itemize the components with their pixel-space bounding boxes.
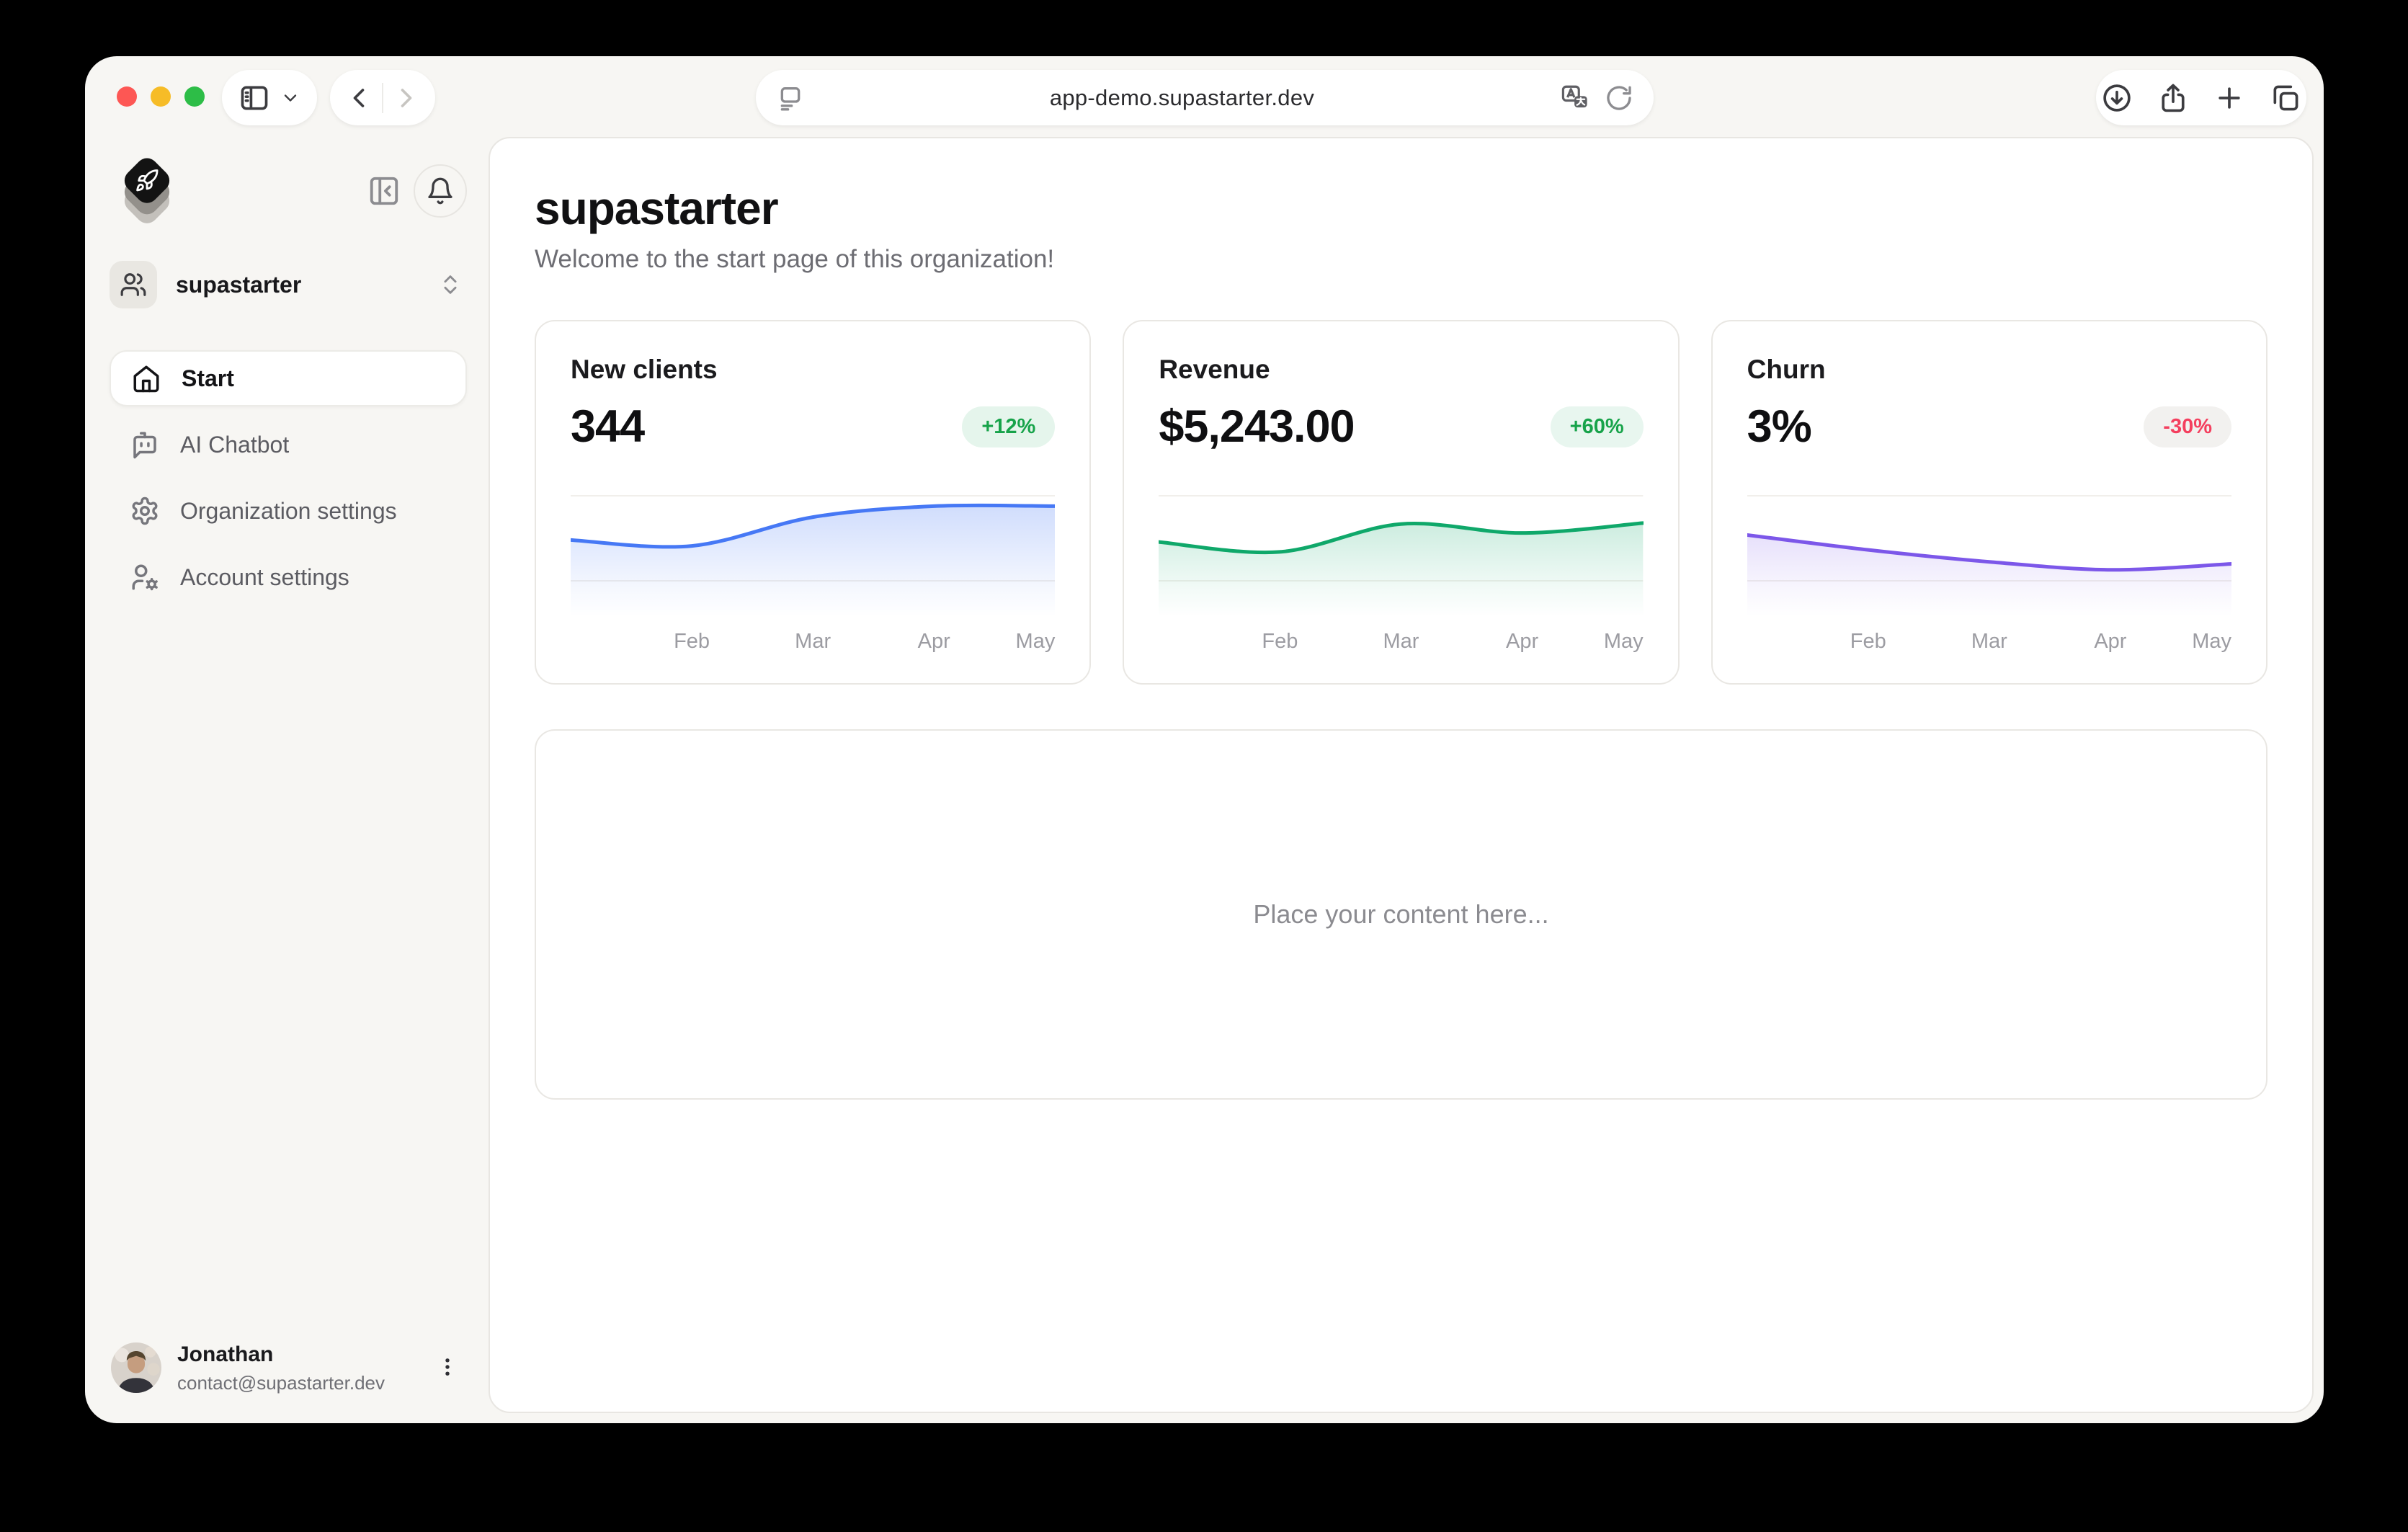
home-icon bbox=[131, 363, 161, 393]
sparkline-chart: Feb Mar Apr May bbox=[571, 494, 1055, 656]
x-tick: May bbox=[1016, 630, 1056, 654]
downloads-button[interactable] bbox=[2101, 82, 2133, 114]
organization-selector[interactable]: supastarter bbox=[110, 261, 467, 308]
trend-badge: -30% bbox=[2144, 406, 2231, 447]
stats-cards-row: New clients 344 +12% Feb Mar Apr May bbox=[535, 320, 2267, 685]
sidebar-item-ai-chatbot[interactable]: AI Chatbot bbox=[110, 417, 467, 473]
reload-icon[interactable] bbox=[1605, 84, 1633, 112]
trend-badge: +60% bbox=[1551, 406, 1644, 447]
x-tick: Mar bbox=[1383, 630, 1419, 654]
x-axis-labels: Feb Mar Apr May bbox=[1747, 625, 2231, 656]
new-tab-button[interactable] bbox=[2213, 82, 2245, 114]
x-tick: May bbox=[2192, 630, 2231, 654]
x-tick: Apr bbox=[1506, 630, 1538, 654]
browser-window: app-demo.supastarter.dev bbox=[85, 56, 2324, 1423]
ellipsis-vertical-icon bbox=[435, 1355, 460, 1379]
sparkline-chart: Feb Mar Apr May bbox=[1159, 494, 1643, 656]
page-subtitle: Welcome to the start page of this organi… bbox=[535, 245, 2267, 274]
x-tick: Mar bbox=[1971, 630, 2007, 654]
trend-badge: +12% bbox=[962, 406, 1055, 447]
browser-toolbar: app-demo.supastarter.dev bbox=[85, 56, 2324, 137]
bot-icon bbox=[130, 429, 160, 460]
stat-card-value: $5,243.00 bbox=[1159, 401, 1354, 453]
traffic-lights bbox=[117, 86, 205, 107]
plus-icon bbox=[2213, 82, 2245, 114]
user-menu[interactable]: Jonathan contact@supastarter.dev bbox=[111, 1341, 467, 1394]
download-icon bbox=[2101, 82, 2133, 114]
x-tick: Feb bbox=[674, 630, 710, 654]
main-content-panel: supastarter Welcome to the start page of… bbox=[489, 137, 2314, 1413]
minimize-window-button[interactable] bbox=[151, 86, 171, 107]
app-frame: supastarter Start bbox=[85, 137, 2324, 1423]
window-actions-group bbox=[2096, 70, 2306, 125]
sidebar-menu-chevron-button[interactable] bbox=[280, 88, 300, 108]
sidebar-item-label: Account settings bbox=[180, 564, 349, 591]
sparkline-chart: Feb Mar Apr May bbox=[1747, 494, 2231, 656]
user-gear-icon bbox=[130, 562, 160, 592]
zoom-window-button[interactable] bbox=[184, 86, 205, 107]
x-axis-labels: Feb Mar Apr May bbox=[1159, 625, 1643, 656]
user-menu-button[interactable] bbox=[428, 1348, 467, 1389]
stat-card-title: Revenue bbox=[1159, 355, 1643, 385]
content-placeholder-card: Place your content here... bbox=[535, 729, 2267, 1100]
back-button[interactable] bbox=[343, 82, 375, 114]
x-tick: Feb bbox=[1850, 630, 1886, 654]
tab-overview-button[interactable] bbox=[2270, 82, 2301, 114]
stat-card-title: Churn bbox=[1747, 355, 2231, 385]
sidebar-nav: Start AI Chatbot bbox=[110, 350, 467, 605]
share-icon bbox=[2157, 82, 2189, 114]
x-tick: Apr bbox=[2094, 630, 2126, 654]
stat-card-churn: Churn 3% -30% Feb Mar Apr May bbox=[1711, 320, 2267, 685]
address-bar[interactable]: app-demo.supastarter.dev bbox=[756, 70, 1654, 125]
sidebar-item-start[interactable]: Start bbox=[110, 350, 467, 406]
sidebar-item-label: Start bbox=[182, 365, 234, 392]
notifications-button[interactable] bbox=[414, 164, 467, 218]
organization-name: supastarter bbox=[176, 272, 301, 298]
divider bbox=[382, 83, 383, 113]
share-button[interactable] bbox=[2157, 82, 2189, 114]
history-nav-group bbox=[330, 70, 435, 125]
user-name: Jonathan bbox=[177, 1341, 385, 1368]
x-tick: Mar bbox=[795, 630, 831, 654]
chevron-right-icon bbox=[391, 82, 422, 114]
stat-card-value: 3% bbox=[1747, 401, 1811, 453]
page-title: supastarter bbox=[535, 182, 2267, 235]
user-email: contact@supastarter.dev bbox=[177, 1371, 385, 1395]
url-text[interactable]: app-demo.supastarter.dev bbox=[805, 85, 1560, 111]
sidebar-item-organization-settings[interactable]: Organization settings bbox=[110, 483, 467, 539]
x-tick: Feb bbox=[1262, 630, 1298, 654]
stat-card-revenue: Revenue $5,243.00 +60% Feb Mar Apr May bbox=[1123, 320, 1679, 685]
chevron-left-icon bbox=[343, 82, 375, 114]
close-window-button[interactable] bbox=[117, 86, 137, 107]
app-sidebar: supastarter Start bbox=[85, 137, 489, 1423]
stat-card-value: 344 bbox=[571, 401, 644, 453]
organization-avatar bbox=[110, 261, 157, 308]
collapse-sidebar-button[interactable] bbox=[367, 174, 401, 208]
chevrons-up-down-icon bbox=[438, 272, 463, 297]
sidebar-item-label: AI Chatbot bbox=[180, 432, 289, 458]
tabs-icon bbox=[2270, 82, 2301, 114]
x-tick: Apr bbox=[918, 630, 950, 654]
gear-icon bbox=[130, 496, 160, 526]
bell-icon bbox=[426, 177, 455, 205]
page-settings-icon[interactable] bbox=[776, 84, 805, 112]
x-tick: May bbox=[1604, 630, 1644, 654]
stat-card-new-clients: New clients 344 +12% Feb Mar Apr May bbox=[535, 320, 1091, 685]
sidebar-toggle-group bbox=[222, 70, 317, 125]
sidebar-item-label: Organization settings bbox=[180, 498, 397, 525]
forward-button[interactable] bbox=[391, 82, 422, 114]
translate-icon[interactable] bbox=[1560, 83, 1590, 113]
sidebar-item-account-settings[interactable]: Account settings bbox=[110, 549, 467, 605]
user-avatar bbox=[111, 1342, 161, 1393]
x-axis-labels: Feb Mar Apr May bbox=[571, 625, 1055, 656]
panel-left-close-icon bbox=[367, 174, 401, 208]
panel-sidebar-icon bbox=[238, 82, 270, 114]
placeholder-text: Place your content here... bbox=[1253, 899, 1548, 930]
toggle-browser-sidebar-button[interactable] bbox=[238, 82, 270, 114]
supastarter-logo bbox=[110, 151, 184, 223]
stat-card-title: New clients bbox=[571, 355, 1055, 385]
chevron-down-icon bbox=[280, 88, 300, 108]
